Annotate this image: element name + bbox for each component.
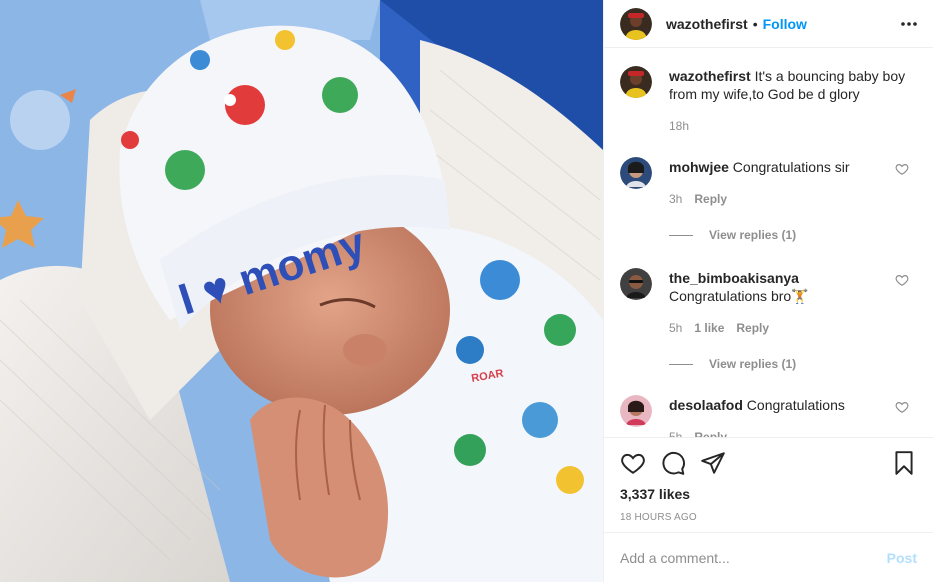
post-actions: 3,337 likes 18 HOURS AGO <box>604 437 933 532</box>
commenter-avatar[interactable] <box>620 268 652 300</box>
comment-item: the_bimboakisanya Congratulations bro🏋 5… <box>620 268 917 337</box>
caption-time[interactable]: 18h <box>669 117 689 135</box>
comment-text: Congratulations <box>746 397 845 413</box>
post-comment-button[interactable]: Post <box>887 550 917 566</box>
comment-text: Congratulations sir <box>732 159 850 175</box>
comment-username[interactable]: mohwjee <box>669 159 729 175</box>
view-replies-line <box>669 234 693 236</box>
comment-username[interactable]: the_bimboakisanya <box>669 270 799 286</box>
like-comment-heart-icon[interactable] <box>895 273 909 287</box>
view-replies-label: View replies (1) <box>709 357 797 371</box>
view-replies-label: View replies (1) <box>709 228 797 242</box>
comment-item: mohwjee Congratulations sir 3h Reply <box>620 157 917 208</box>
comments-list[interactable]: wazothefirst It's a bouncing baby boy fr… <box>604 48 933 437</box>
comment-input[interactable] <box>620 549 887 566</box>
comment-time[interactable]: 5h <box>669 428 682 437</box>
comment-item: desolaafod Congratulations 5h Reply <box>620 395 917 437</box>
share-send-icon[interactable] <box>700 450 726 476</box>
likes-count[interactable]: 3,337 likes <box>620 486 917 502</box>
caption-username[interactable]: wazothefirst <box>669 68 751 84</box>
bookmark-icon[interactable] <box>891 450 917 476</box>
commenter-avatar[interactable] <box>620 157 652 189</box>
like-comment-heart-icon[interactable] <box>895 400 909 414</box>
comment-likes[interactable]: 1 like <box>694 319 724 337</box>
comment-bubble-icon[interactable] <box>660 450 686 476</box>
post-header: wazothefirst • Follow <box>604 0 933 48</box>
post-timestamp[interactable]: 18 HOURS AGO <box>620 512 917 523</box>
add-comment-bar: Post <box>604 532 933 582</box>
post-photo[interactable]: ROAR I ♥ momy <box>0 0 603 582</box>
view-replies-button[interactable]: View replies (1) <box>669 228 917 242</box>
view-replies-button[interactable]: View replies (1) <box>669 357 917 371</box>
commenter-avatar[interactable] <box>620 395 652 427</box>
like-comment-heart-icon[interactable] <box>895 162 909 176</box>
author-username[interactable]: wazothefirst <box>666 16 748 32</box>
view-replies-line <box>669 363 693 365</box>
caption-avatar[interactable] <box>620 66 652 98</box>
like-heart-icon[interactable] <box>620 450 646 476</box>
more-options-icon[interactable] <box>897 12 921 36</box>
post-sidebar: wazothefirst • Follow wazothefirst It's … <box>603 0 933 582</box>
caption: wazothefirst It's a bouncing baby boy fr… <box>620 66 917 135</box>
follow-button[interactable]: Follow <box>763 16 807 32</box>
author-avatar[interactable] <box>620 7 652 40</box>
reply-button[interactable]: Reply <box>694 428 727 437</box>
reply-button[interactable]: Reply <box>736 319 769 337</box>
comment-time[interactable]: 5h <box>669 319 682 337</box>
comment-time[interactable]: 3h <box>669 190 682 208</box>
reply-button[interactable]: Reply <box>694 190 727 208</box>
separator-dot: • <box>752 15 758 32</box>
comment-username[interactable]: desolaafod <box>669 397 743 413</box>
comment-text: Congratulations bro🏋 <box>669 288 809 304</box>
baby-photo-illustration: ROAR I ♥ momy <box>0 0 603 582</box>
